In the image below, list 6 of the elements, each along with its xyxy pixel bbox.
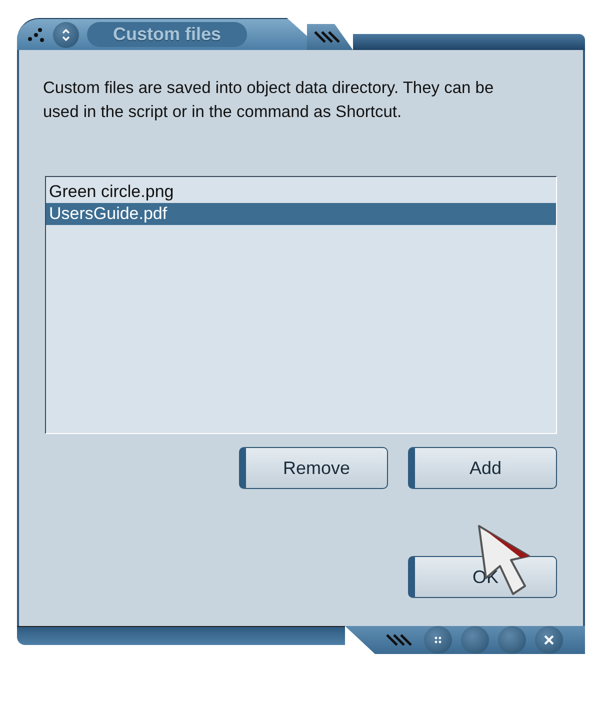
- remove-button[interactable]: Remove: [239, 447, 388, 489]
- file-item[interactable]: UsersGuide.pdf: [46, 203, 556, 225]
- file-item[interactable]: Green circle.png: [46, 181, 556, 203]
- window-title: Custom files: [87, 22, 248, 47]
- add-button[interactable]: Add: [408, 447, 557, 489]
- description-text: Custom files are saved into object data directory. They can be used in the script or in the command as Shortcut.: [43, 78, 495, 123]
